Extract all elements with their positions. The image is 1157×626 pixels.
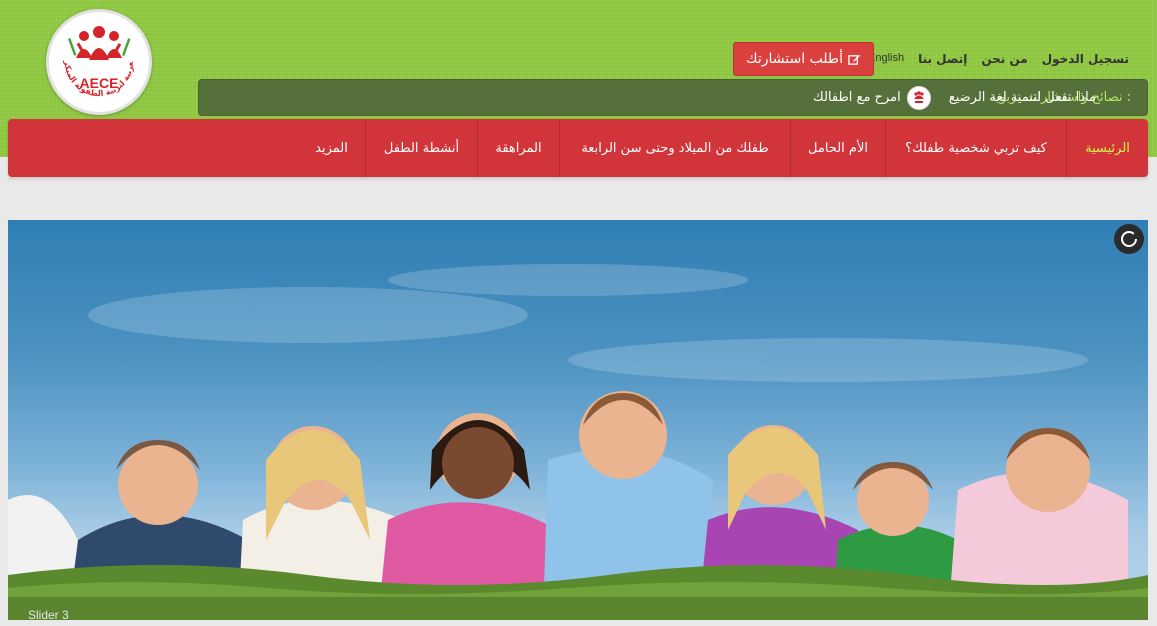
news-ticker: نصائح واستشارات تربوية : امرح مع اطفالك …: [198, 79, 1148, 116]
nav-item-home[interactable]: الرئيسية: [1066, 119, 1148, 177]
site-logo[interactable]: العربية لتربية الطفولة المبكرة AECE: [46, 9, 152, 115]
nav-item-pregnant-mother[interactable]: الأم الحامل: [790, 119, 885, 177]
hero-slider[interactable]: Slider 3: [8, 220, 1148, 620]
ticker-item[interactable]: ماذا تفعل لتنمية لغة الرضيع: [934, 90, 1096, 105]
main-nav: الرئيسية كيف تربي شخصية طفلك؟ الأم الحام…: [8, 119, 1148, 177]
contact-link[interactable]: إتصل بنا: [918, 52, 967, 66]
ticker-item[interactable]: امرح مع اطفالك: [813, 90, 905, 105]
nav-item-adolescence[interactable]: المراهقة: [477, 119, 559, 177]
edit-icon: [848, 54, 861, 65]
ticker-logo-icon: [907, 86, 931, 110]
nav-item-birth-to-four[interactable]: طفلك من الميلاد وحتى سن الرابعة: [559, 119, 790, 177]
request-consultation-label: أطلب استشارتك: [746, 51, 843, 67]
slider-loading-icon: [1114, 224, 1144, 254]
about-link[interactable]: من نحن: [981, 52, 1027, 66]
children-photo: [8, 264, 1148, 620]
slider-caption: Slider 3: [28, 608, 69, 620]
logo-figures-icon: العربية لتربية الطفولة المبكرة: [49, 12, 135, 98]
logo-text: AECE: [79, 75, 119, 91]
nav-item-personality[interactable]: كيف تربي شخصية طفلك؟: [885, 119, 1066, 177]
request-consultation-button[interactable]: أطلب استشارتك: [733, 42, 874, 76]
top-links: تسجيل الدخول من نحن إتصل بنا English: [868, 52, 1129, 66]
site-header: العربية لتربية الطفولة المبكرة AECE تسجي…: [0, 0, 1157, 177]
login-link[interactable]: تسجيل الدخول: [1042, 52, 1129, 66]
nav-item-activities[interactable]: أنشطة الطفل: [365, 119, 477, 177]
nav-item-more[interactable]: المزيد: [298, 119, 365, 177]
slider-caption-bar: [8, 597, 1148, 620]
